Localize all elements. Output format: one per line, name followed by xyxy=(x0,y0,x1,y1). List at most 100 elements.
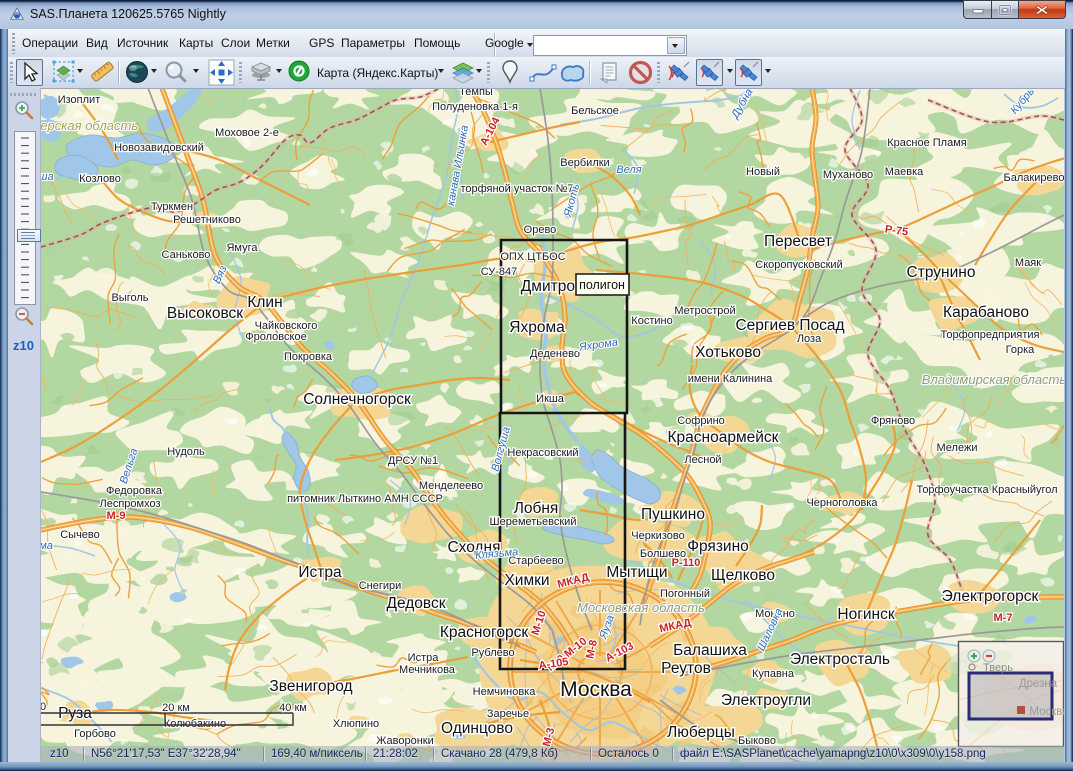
svg-text:Колюбакино: Колюбакино xyxy=(164,718,226,730)
svg-text:Пушкино: Пушкино xyxy=(641,506,705,523)
svg-text:полигон: полигон xyxy=(579,278,625,292)
svg-text:20 км: 20 км xyxy=(162,702,190,714)
svg-text:Мележи: Мележи xyxy=(937,442,978,454)
svg-text:Фряново: Фряново xyxy=(871,415,915,427)
svg-text:М-9: М-9 xyxy=(107,510,126,522)
svg-text:Фроловское: Фроловское xyxy=(245,331,306,343)
svg-text:Владимирская область: Владимирская область xyxy=(922,372,1064,387)
svg-text:Р-110: Р-110 xyxy=(672,557,701,569)
svg-text:М-7: М-7 xyxy=(994,612,1013,624)
svg-text:Красногорск: Красногорск xyxy=(440,624,529,641)
svg-text:Скоропусковский: Скоропусковский xyxy=(755,259,842,271)
svg-text:Маевка: Маевка xyxy=(885,166,924,178)
svg-text:Менделеево: Менделеево xyxy=(419,480,483,492)
svg-text:оша: оша xyxy=(41,171,54,183)
svg-text:Хлюпино: Хлюпино xyxy=(333,718,379,730)
svg-text:ОПХ ЦТБОС: ОПХ ЦТБОС xyxy=(500,251,565,263)
svg-text:Горка: Горка xyxy=(1006,344,1036,356)
svg-text:ама: ама xyxy=(41,540,53,552)
svg-text:Федоровка: Федоровка xyxy=(106,485,163,497)
svg-text:Сычево: Сычево xyxy=(60,529,100,541)
svg-text:Дмитров: Дмитров xyxy=(521,278,583,295)
svg-text:Шереметьевский: Шереметьевский xyxy=(490,516,577,528)
svg-text:Яхрома: Яхрома xyxy=(509,319,565,336)
svg-text:Покровка: Покровка xyxy=(284,351,333,363)
svg-text:Хотьково: Хотьково xyxy=(695,344,761,361)
svg-text:Лоза: Лоза xyxy=(797,333,822,345)
svg-text:Красное Пламя: Красное Пламя xyxy=(887,137,967,149)
svg-text:Дедовск: Дедовск xyxy=(386,595,445,612)
svg-text:Снегири: Снегири xyxy=(359,580,402,592)
svg-text:Солнечногорск: Солнечногорск xyxy=(303,391,411,408)
svg-text:Торфоучастка Красныйугол: Торфоучастка Красныйугол xyxy=(916,484,1057,496)
svg-text:Решетниково: Решетниково xyxy=(173,214,241,226)
svg-text:Туркмен: Туркмен xyxy=(151,201,193,213)
svg-text:ДРСУ №1: ДРСУ №1 xyxy=(388,455,438,467)
svg-text:Электрогорск: Электрогорск xyxy=(942,588,1039,605)
svg-text:Высоковск: Высоковск xyxy=(167,305,243,322)
svg-text:Немчиновка: Немчиновка xyxy=(473,686,537,698)
svg-text:Муханово: Муханово xyxy=(823,169,873,181)
svg-text:Некрасовский: Некрасовский xyxy=(507,447,578,459)
svg-text:Веля: Веля xyxy=(616,164,641,176)
svg-text:Метрострой: Метрострой xyxy=(674,305,735,317)
svg-text:Вербилки: Вербилки xyxy=(560,157,609,169)
svg-text:Саньково: Саньково xyxy=(162,249,211,261)
svg-text:Москва: Москва xyxy=(1029,706,1064,718)
svg-text:Мытищи: Мытищи xyxy=(606,564,667,581)
svg-text:верская область: верская область xyxy=(41,118,138,133)
svg-text:40 км: 40 км xyxy=(279,702,307,714)
svg-text:Мечникова: Мечникова xyxy=(399,664,456,676)
svg-text:Черноголовка: Черноголовка xyxy=(806,497,878,509)
svg-text:Костино: Костино xyxy=(631,315,672,327)
svg-text:Бельское: Бельское xyxy=(571,105,619,117)
svg-text:Реутов: Реутов xyxy=(661,660,711,677)
svg-text:Новозавидовский: Новозавидовский xyxy=(114,142,204,154)
svg-text:Козлово: Козлово xyxy=(79,173,121,185)
svg-text:Клин: Клин xyxy=(247,294,282,311)
svg-text:Выголь: Выголь xyxy=(111,292,148,304)
svg-text:Черкизово: Черкизово xyxy=(631,530,684,542)
svg-text:Щелково: Щелково xyxy=(711,567,775,584)
svg-text:Балакирево: Балакирево xyxy=(1004,172,1064,184)
svg-text:Красноармейск: Красноармейск xyxy=(668,429,779,446)
svg-text:Погонный: Погонный xyxy=(660,588,710,600)
svg-text:Заречье: Заречье xyxy=(487,708,529,720)
svg-text:Купавна: Купавна xyxy=(752,668,795,680)
svg-text:Лобня: Лобня xyxy=(514,500,559,517)
svg-text:Фрязино: Фрязино xyxy=(687,538,749,555)
svg-text:Моховое 2-е: Моховое 2-е xyxy=(215,127,279,139)
svg-text:Москва: Москва xyxy=(560,678,632,701)
svg-text:Изоплит: Изоплит xyxy=(58,94,101,106)
svg-text:торфяной участок №7: торфяной участок №7 xyxy=(460,183,573,195)
svg-text:Софрино: Софрино xyxy=(677,415,725,427)
svg-text:Дрезна: Дрезна xyxy=(1019,678,1058,690)
svg-text:Маяк: Маяк xyxy=(1015,257,1041,269)
svg-text:Нудоль: Нудоль xyxy=(167,446,205,458)
svg-text:Сергиев Посад: Сергиев Посад xyxy=(735,317,844,334)
svg-text:Электросталь: Электросталь xyxy=(790,651,890,668)
svg-text:Струнино: Струнино xyxy=(907,264,976,281)
svg-text:Горбово: Горбово xyxy=(74,728,116,740)
svg-text:Московская область: Московская область xyxy=(577,600,705,615)
svg-text:Темпы: Темпы xyxy=(459,88,493,98)
svg-text:Карабаново: Карабаново xyxy=(943,304,1029,321)
svg-text:Истра: Истра xyxy=(408,652,440,664)
svg-text:Деденево: Деденево xyxy=(530,348,580,360)
svg-text:Полуденовка 1-я: Полуденовка 1-я xyxy=(432,101,518,113)
svg-text:Ямуга: Ямуга xyxy=(226,242,258,254)
svg-text:Торфопредприятия: Торфопредприятия xyxy=(941,329,1040,341)
svg-text:Истра: Истра xyxy=(298,564,342,581)
svg-text:Одинцово: Одинцово xyxy=(441,720,513,737)
svg-text:Леспромхоз: Леспромхоз xyxy=(99,498,160,510)
svg-text:Балашиха: Балашиха xyxy=(673,642,747,659)
svg-text:Орево: Орево xyxy=(524,224,557,236)
svg-text:Звенигород: Звенигород xyxy=(269,678,352,695)
svg-text:СУ-847: СУ-847 xyxy=(481,266,518,278)
svg-text:Ногинск: Ногинск xyxy=(837,606,894,623)
svg-text:Тверь: Тверь xyxy=(983,662,1013,674)
svg-text:Люберцы: Люберцы xyxy=(667,724,735,741)
svg-text:Лесной: Лесной xyxy=(684,454,721,466)
svg-text:Рублево: Рублево xyxy=(471,647,514,659)
svg-text:Икша: Икша xyxy=(536,393,565,405)
